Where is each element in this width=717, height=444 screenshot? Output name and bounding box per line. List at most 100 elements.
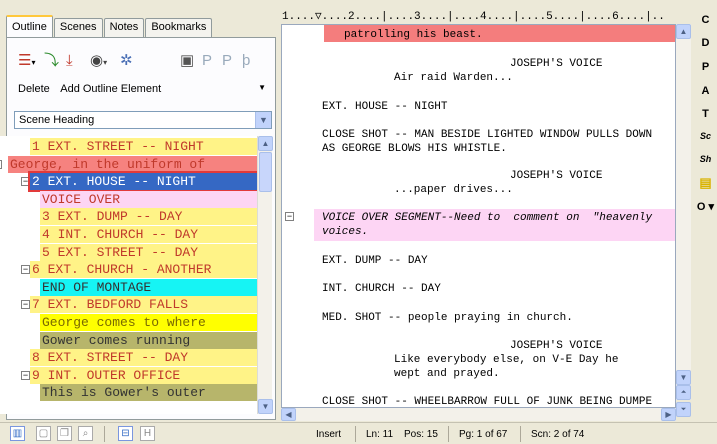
outline-item[interactable]: 6 EXT. CHURCH - ANOTHER [30,261,257,279]
outline-item-label: Gower comes running [42,332,191,348]
tab-notes[interactable]: Notes [103,18,145,37]
status-mode: Insert [316,429,342,440]
page-view-icon[interactable]: ▢ [36,426,51,441]
expand-collapse-icon[interactable]: − [21,265,30,275]
cards-view-icon[interactable]: ❐ [57,426,72,441]
scroll-up-icon[interactable]: ▲ [258,136,273,151]
outline-scrollbar[interactable]: ▲ ▼ [257,136,273,414]
script-line: EXT. HOUSE -- NIGHT [322,101,448,113]
transition-button[interactable]: T [694,108,717,120]
script-line: CLOSE SHOT -- MAN BESIDE LIGHTED WINDOW … [322,129,653,141]
outline-item-label: 4 INT. CHURCH -- DAY [42,227,199,242]
script-line: voices. [322,226,369,238]
scroll-down-icon[interactable]: ▼ [258,399,273,414]
split-horizontal-icon[interactable]: ⊟ [118,426,133,441]
outline-toolbar: ☰▾ ⤵ ⤓ ◉▾ ✲ ▣ P P þ [14,52,274,72]
view-icon[interactable]: ◉▾ [90,52,107,72]
add-outline-element-button[interactable]: Add Outline Element [60,83,161,95]
outline-item[interactable]: 7 EXT. BEDFORD FALLS [30,296,257,314]
script-line: Like everybody else, on V-E Day he [394,354,619,366]
page-up-icon[interactable]: ⏶ [676,385,691,400]
outline-item[interactable]: George, in the uniform of [8,155,257,173]
split-vertical-icon[interactable]: H [140,426,155,441]
heading-select-value: Scene Heading [19,114,95,126]
action-button[interactable]: A [694,85,717,97]
dialogue-button[interactable]: D [694,37,717,49]
heading-type-select[interactable]: Scene Heading ▼ [14,111,272,129]
chevron-down-icon[interactable]: ▼ [255,112,271,128]
scroll-left-icon[interactable]: ◀ [281,408,296,421]
outline-item[interactable]: VOICE OVER [40,190,257,208]
outline-item-label: George comes to where [42,315,206,330]
expand-collapse-icon[interactable]: − [21,370,30,380]
outline-item-label: VOICE OVER [42,191,121,207]
outline-item[interactable]: 9 INT. OUTER OFFICE [30,366,257,384]
collapse-icon[interactable]: ⤓ [66,52,73,70]
character-button[interactable]: C [694,14,717,26]
script-line: EXT. DUMP -- DAY [322,255,428,267]
scroll-right-icon[interactable]: ▶ [661,408,676,421]
move-down-icon[interactable]: ⤵ [44,52,59,70]
collapse-icon[interactable]: − [285,212,294,221]
outline-item[interactable]: This is Gower's outer [40,384,257,402]
script-line: JOSEPH'S VOICE [510,340,603,352]
script-line: JOSEPH'S VOICE [510,58,603,70]
chevron-down-icon[interactable]: ▼ [258,83,266,92]
outline-item-label: George, in the uniform of [10,156,206,172]
outline-item[interactable]: 2 EXT. HOUSE -- NIGHT [28,171,257,193]
settings-icon[interactable]: ✲ [120,52,133,70]
script-line: AS GEORGE BLOWS HIS WHISTLE. [322,143,507,155]
outline-level-icon[interactable]: ☰▾ [18,52,35,72]
shot-button[interactable]: Sh [694,154,717,164]
outline-item[interactable]: 8 EXT. STREET -- DAY [30,349,257,367]
outline-item[interactable]: 5 EXT. STREET -- DAY [40,243,257,261]
outline-item-label: 8 EXT. STREET -- DAY [32,350,189,366]
script-line: INT. CHURCH -- DAY [322,283,441,295]
scene-button[interactable]: Sc [694,131,717,141]
status-line: Ln: 11 [366,429,394,440]
status-scene: Scn: 2 of 74 [531,429,585,440]
status-page: Pg: 1 of 67 [459,429,508,440]
tab-bookmarks[interactable]: Bookmarks [145,18,213,37]
outline-item-label: 9 INT. OUTER OFFICE [32,367,181,383]
outline-item[interactable]: Gower comes running [40,331,257,349]
status-pos: Pos: 15 [404,429,438,440]
ruler[interactable]: 1....▽....2....|....3....|....4....|....… [282,10,694,24]
editor-horizontal-scrollbar[interactable]: ◀ ▶ [281,408,676,421]
outline-item[interactable]: 4 INT. CHURCH -- DAY [40,226,257,243]
outline-item-label: This is Gower's outer [42,385,206,401]
parenthetical-button[interactable]: P [694,61,717,73]
panel-icon[interactable]: ▣ [180,52,194,70]
outline-list: 1 EXT. STREET -- NIGHT−George, in the un… [0,136,257,414]
tab-scenes[interactable]: Scenes [53,18,103,37]
scroll-up-icon[interactable]: ▲ [676,24,691,39]
outline-item[interactable]: END OF MONTAGE [40,278,257,296]
expand-collapse-icon[interactable]: − [0,159,2,169]
tab-outline[interactable]: Outline [6,15,53,38]
expand-collapse-icon[interactable]: − [21,300,30,310]
p-marker-2-icon[interactable]: P [222,52,232,70]
outline-item[interactable]: 1 EXT. STREET -- NIGHT [30,138,257,155]
script-line: VOICE OVER SEGMENT--Need to comment on "… [322,212,653,224]
outline-item-label: 3 EXT. DUMP -- DAY [42,209,183,225]
p-marker-3-icon[interactable]: þ [242,52,250,70]
note-icon[interactable]: ▤ [694,175,717,191]
outline-item-label: END OF MONTAGE [42,279,152,295]
delete-button[interactable]: Delete [18,83,50,95]
editor-vertical-scrollbar[interactable]: ▲ ▼ ⏶ [676,24,691,400]
page-down-icon[interactable]: ⏷ [676,402,691,417]
layout-icon[interactable]: ▥ [10,426,25,441]
scroll-thumb[interactable] [259,152,272,192]
script-line: CLOSE SHOT -- WHEELBARROW FULL OF JUNK B… [322,396,653,408]
other-button[interactable]: O ▾ [694,200,717,213]
panel-splitter[interactable] [276,0,280,422]
outline-item[interactable]: George comes to where [40,314,257,331]
zoom-icon[interactable]: ⌕ [78,426,93,441]
outline-item[interactable]: 3 EXT. DUMP -- DAY [40,208,257,226]
scroll-down-icon[interactable]: ▼ [676,370,691,385]
outline-item-label: 2 EXT. HOUSE -- NIGHT [32,174,196,190]
expand-collapse-icon[interactable]: − [21,177,30,187]
script-editor[interactable]: − patrolling his beast. JOSEPH'S VOICE Air… [281,24,676,408]
script-line: ...paper drives... [394,184,513,196]
p-marker-icon[interactable]: P [202,52,212,70]
